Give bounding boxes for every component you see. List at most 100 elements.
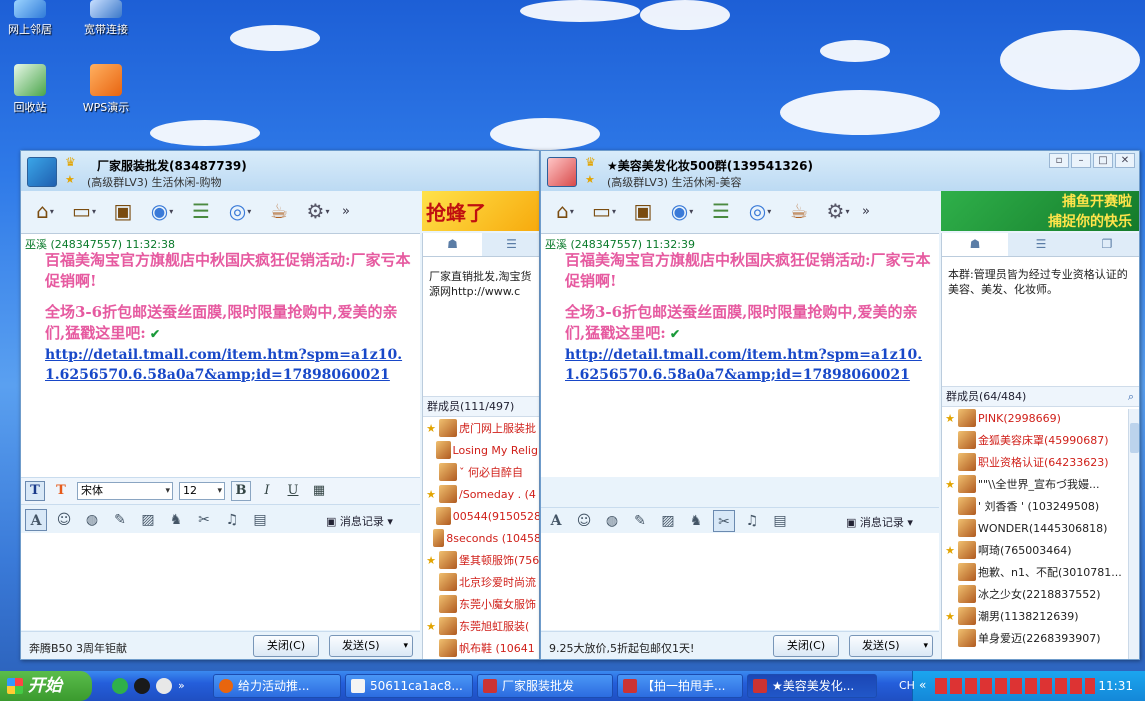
member-scrollbar[interactable] [1128, 409, 1139, 659]
color-palette-icon[interactable]: ▦ [309, 481, 329, 501]
group-avatar-icon[interactable] [27, 157, 57, 187]
close-button[interactable]: 关闭(C) [253, 635, 319, 657]
message-input[interactable] [541, 533, 939, 630]
title-bar[interactable]: ♛ ★ 厂家服装批发(83487739) (高级群LV3) 生活休闲-购物 [21, 151, 539, 191]
font-size-select[interactable]: 12 [179, 482, 225, 500]
member-row[interactable]: ˇ 何必自醉自 [423, 461, 539, 483]
tray-qq-icons[interactable] [935, 678, 1095, 694]
gift-icon[interactable]: ◍ [601, 510, 623, 532]
app-add-icon[interactable]: ☰ [183, 194, 219, 228]
video-icon[interactable]: ◎ ▾ [222, 194, 258, 228]
tab-list-icon[interactable]: ☰ [482, 233, 539, 256]
font-family-select[interactable]: 宋体 [77, 482, 173, 500]
music-icon[interactable]: ♫ [221, 509, 243, 531]
ql-green-icon[interactable] [112, 678, 128, 694]
message-link[interactable]: http://detail.tmall.com/item.htm?spm=a1z… [45, 345, 414, 385]
ql-browser-icon[interactable] [156, 678, 172, 694]
gift-icon[interactable]: ◍ [81, 509, 103, 531]
task-button-5[interactable]: ★美容美发化... [747, 674, 877, 698]
folder-icon[interactable]: ▭ ▾ [586, 194, 622, 228]
member-row[interactable]: ★ PINK(2998669) [942, 407, 1139, 429]
emoji-icon[interactable]: ☺ [53, 509, 75, 531]
ql-more-icon[interactable]: » [178, 679, 194, 695]
text-color-icon[interactable]: T [51, 481, 71, 501]
task-button-1[interactable]: 给力活动推... [213, 674, 341, 698]
skin-icon[interactable]: ▫ [1049, 153, 1069, 168]
scissors-icon[interactable]: ✂ [713, 509, 735, 532]
music-icon[interactable]: ♫ [741, 510, 763, 532]
ql-qq-icon[interactable] [134, 678, 150, 694]
folder-icon[interactable]: ▭ ▾ [66, 194, 102, 228]
desktop-icon-network[interactable]: 网上邻居 [0, 0, 60, 37]
send-button[interactable]: 发送(S) ▾ [329, 635, 413, 657]
member-row[interactable]: 北京珍爱时尚流 [423, 571, 539, 593]
search-icon[interactable]: ⌕ [1128, 387, 1134, 407]
member-row[interactable]: WONDER(1445306818) [942, 517, 1139, 539]
member-row[interactable]: 00544(9150528 [423, 505, 539, 527]
image-icon[interactable]: ▨ [137, 509, 159, 531]
member-row[interactable]: ★ 潮男(1138212639) [942, 605, 1139, 627]
task-button-3[interactable]: 厂家服装批发 [477, 674, 613, 698]
member-row[interactable]: 帆布鞋 (10641 [423, 637, 539, 659]
tab-files-icon[interactable]: ❐ [1074, 233, 1139, 256]
member-row[interactable]: 单身爱迈(2268393907) [942, 627, 1139, 649]
send-options-icon[interactable]: ▾ [923, 636, 928, 656]
more-icon[interactable]: » [859, 194, 873, 228]
app-add-icon[interactable]: ☰ [703, 194, 739, 228]
member-row[interactable]: ★ 堡其顿服饰(756 [423, 549, 539, 571]
status-ad[interactable]: 9.25大放价,5折起包邮仅1天! [549, 640, 694, 656]
home-icon[interactable]: ⌂ ▾ [27, 194, 63, 228]
member-row[interactable]: ★ /Someday . (4 [423, 483, 539, 505]
member-row[interactable]: ★ 东莞旭虹服装( [423, 615, 539, 637]
ad-banner[interactable]: 抢蜂了 [422, 191, 539, 231]
task-button-4[interactable]: 【拍一拍甩手... [617, 674, 743, 698]
emoji-icon[interactable]: ☺ [573, 510, 595, 532]
scissors-icon[interactable]: ✂ [193, 509, 215, 531]
history-button[interactable]: ▣ 消息记录 ▾ [846, 514, 913, 530]
cup-icon[interactable]: ☕ [261, 194, 297, 228]
member-row[interactable]: 金狐美容床罩(45990687) [942, 429, 1139, 451]
font-icon[interactable]: A [545, 510, 567, 532]
member-row[interactable]: 抱歉、n1、不配(3010781... [942, 561, 1139, 583]
more-icon[interactable]: » [339, 194, 353, 228]
underline-button[interactable]: U [283, 481, 303, 501]
edit-icon[interactable]: ✎ [109, 509, 131, 531]
desktop-icon-recycle-bin[interactable]: 回收站 [0, 64, 60, 115]
member-row[interactable]: 职业资格认证(64233623) [942, 451, 1139, 473]
image-icon[interactable]: ▨ [657, 510, 679, 532]
member-row[interactable]: Losing My Religi [423, 439, 539, 461]
tray-expand-icon[interactable]: « [919, 678, 926, 692]
minimize-button[interactable]: – [1071, 153, 1091, 168]
video-icon[interactable]: ◎ ▾ [742, 194, 778, 228]
cup-icon[interactable]: ☕ [781, 194, 817, 228]
close-window-button[interactable]: ✕ [1115, 153, 1135, 168]
task-button-2[interactable]: 50611ca1ac8... [345, 674, 473, 698]
desktop-icon-wps[interactable]: WPS演示 [76, 64, 136, 115]
close-button[interactable]: 关闭(C) [773, 635, 839, 657]
member-row[interactable]: 8seconds (10458 [423, 527, 539, 549]
bottle-icon[interactable]: ♞ [685, 510, 707, 532]
screen-icon[interactable]: ▤ [769, 510, 791, 532]
album-icon[interactable]: ▣ [105, 194, 141, 228]
home-icon[interactable]: ⌂ ▾ [547, 194, 583, 228]
start-button[interactable]: 开始 [0, 671, 92, 701]
edit-icon[interactable]: ✎ [629, 510, 651, 532]
send-button[interactable]: 发送(S) ▾ [849, 635, 933, 657]
message-link[interactable]: http://detail.tmall.com/item.htm?spm=a1z… [565, 345, 933, 385]
member-row[interactable]: 东莞小魔女服饰 [423, 593, 539, 615]
bottle-icon[interactable]: ♞ [165, 509, 187, 531]
bold-button[interactable]: B [231, 481, 251, 501]
member-row[interactable]: ' 刘香香 ' (103249508) [942, 495, 1139, 517]
maximize-button[interactable]: □ [1093, 153, 1113, 168]
voice-icon[interactable]: ◉ ▾ [144, 194, 180, 228]
tab-members-icon[interactable]: ☗ [423, 233, 482, 256]
language-indicator[interactable]: CH [899, 679, 915, 692]
settings-icon[interactable]: ⚙ ▾ [820, 194, 856, 228]
ad-banner[interactable]: 捕鱼开赛啦 捕捉你的快乐 [941, 191, 1139, 231]
tab-members-icon[interactable]: ☗ [942, 233, 1008, 256]
settings-icon[interactable]: ⚙ ▾ [300, 194, 336, 228]
send-options-icon[interactable]: ▾ [403, 636, 408, 656]
album-icon[interactable]: ▣ [625, 194, 661, 228]
member-row[interactable]: 冰之少女(2218837552) [942, 583, 1139, 605]
member-row[interactable]: ★ ""\\全世界_宣布づ我嫚... [942, 473, 1139, 495]
